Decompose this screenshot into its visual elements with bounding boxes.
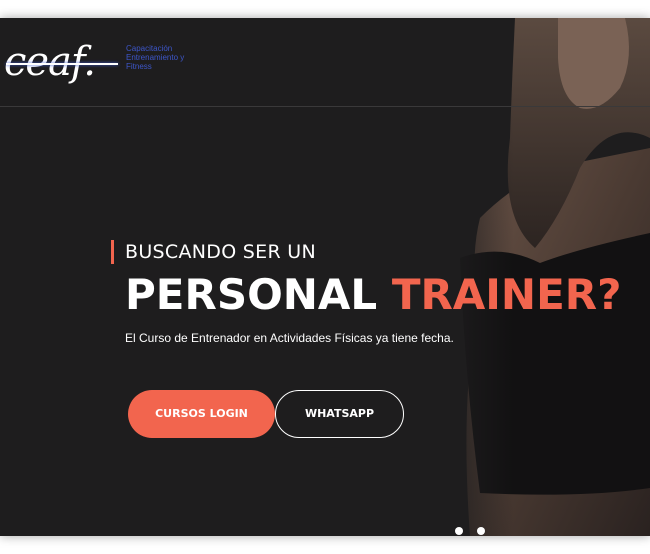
brand-logo[interactable]: ceaf. Capacitación Entrenamiento y Fitne… bbox=[4, 40, 214, 88]
logo-mark: ceaf. bbox=[4, 39, 96, 85]
logo-tagline-line: Entrenamiento y bbox=[126, 53, 185, 62]
hero-eyebrow: BUSCANDO SER UN bbox=[111, 240, 631, 264]
logo-tagline-line: Capacitación bbox=[126, 44, 173, 53]
slider-dot[interactable] bbox=[477, 527, 485, 535]
hero-section: ceaf. Capacitación Entrenamiento y Fitne… bbox=[0, 18, 650, 536]
hero-subtitle: El Curso de Entrenador en Actividades Fí… bbox=[125, 331, 454, 345]
logo-strike-line bbox=[6, 63, 118, 65]
logo-tagline-line: Fitness bbox=[126, 62, 152, 71]
hero-headline: PERSONAL TRAINER? bbox=[125, 270, 631, 320]
slider-dot[interactable] bbox=[455, 527, 463, 535]
logo-tagline: Capacitación Entrenamiento y Fitness bbox=[126, 44, 216, 71]
hero-content: BUSCANDO SER UN PERSONAL TRAINER? El Cur… bbox=[111, 240, 631, 346]
accent-bar bbox=[111, 240, 114, 264]
headline-plain: PERSONAL bbox=[125, 270, 378, 319]
slider-dots bbox=[455, 527, 495, 536]
courses-login-button[interactable]: CURSOS LOGIN bbox=[128, 390, 275, 438]
whatsapp-button[interactable]: WHATSAPP bbox=[275, 390, 404, 438]
headline-accent: TRAINER? bbox=[391, 270, 622, 319]
site-header: ceaf. Capacitación Entrenamiento y Fitne… bbox=[0, 18, 650, 107]
hero-eyebrow-text: BUSCANDO SER UN bbox=[125, 241, 317, 263]
